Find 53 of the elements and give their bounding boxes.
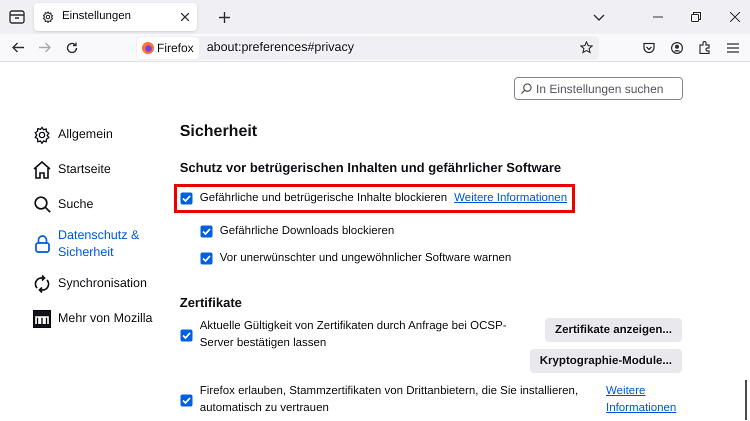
- tab-title: Einstellungen: [62, 9, 132, 24]
- bookmark-star-icon[interactable]: [580, 41, 593, 54]
- dialog-button[interactable]: Zertifikate anzeigen...: [545, 318, 682, 342]
- identity-label: Firefox: [157, 40, 194, 56]
- checkbox[interactable]: [180, 394, 193, 407]
- section-heading: Zertifikate: [180, 294, 243, 312]
- checkbox[interactable]: [180, 328, 193, 342]
- checkbox[interactable]: [180, 192, 193, 205]
- sidebar-item[interactable]: Suche: [33, 192, 180, 217]
- option-label: Firefox erlauben, Stammzertifikaten von Drittanbietern, die Sie installieren, automatisch zu vertrauen: [200, 384, 580, 416]
- tab-list-icon[interactable]: [9, 10, 25, 24]
- gear-icon: [33, 126, 51, 144]
- browser-tab[interactable]: Einstellungen: [34, 3, 197, 31]
- lock-icon: [34, 235, 50, 253]
- minimize-icon[interactable]: [653, 16, 663, 18]
- chevron-down-icon[interactable]: [593, 14, 605, 20]
- url-text: about:preferences#privacy: [206, 39, 355, 56]
- restore-icon[interactable]: [691, 12, 701, 22]
- close-icon[interactable]: [730, 12, 740, 22]
- option-label: Gefährliche Downloads blockieren: [220, 224, 394, 239]
- option-label: Vor unerwünschter und ungewöhnlicher Software warnen: [220, 250, 512, 266]
- back-icon[interactable]: [12, 42, 24, 53]
- home-icon: [33, 160, 51, 178]
- option-label: Aktuelle Gültigkeit von Zertifikaten durch Anfrage bei OCSP-Server bestätigen lassen: [200, 319, 508, 352]
- gear-icon: [42, 11, 54, 23]
- search-icon: [521, 83, 532, 94]
- mozilla-m-icon: [33, 310, 51, 328]
- identity-badge[interactable]: Firefox: [137, 36, 199, 58]
- pocket-icon[interactable]: [643, 42, 655, 54]
- sidebar-item[interactable]: Startseite: [33, 157, 180, 182]
- reload-icon[interactable]: [66, 42, 78, 54]
- close-tab-icon[interactable]: [181, 13, 189, 21]
- firefox-logo-icon: [142, 42, 154, 54]
- section-heading: Schutz vor betrügerischen Inhalten und gefährlicher Software: [180, 159, 562, 177]
- checkbox[interactable]: [200, 224, 213, 238]
- search-icon: [34, 196, 50, 213]
- menu-icon[interactable]: [727, 42, 739, 52]
- sidebar-item[interactable]: Allgemein: [33, 122, 180, 147]
- more-info-link[interactable]: Weitere Informationen: [606, 383, 682, 418]
- sidebar-item[interactable]: Synchronisation: [33, 271, 180, 296]
- address-bar[interactable]: Firefox about:preferences#privacy: [136, 36, 599, 60]
- extensions-icon[interactable]: [699, 41, 711, 54]
- sidebar-item[interactable]: Datenschutz & Sicherheit: [33, 227, 180, 261]
- more-info-link[interactable]: Weitere Informationen: [454, 190, 568, 207]
- search-field[interactable]: In Einstellungen suchen: [514, 77, 683, 100]
- page-title: Sicherheit: [180, 122, 258, 142]
- sync-icon: [34, 274, 50, 292]
- sidebar-item[interactable]: Mehr von Mozilla: [33, 306, 180, 331]
- dialog-button[interactable]: Kryptographie-Module...: [530, 349, 682, 374]
- option-label: Gefährliche und betrügerische Inhalte blockieren: [200, 190, 448, 206]
- new-tab-icon[interactable]: [219, 12, 230, 22]
- checkbox[interactable]: [200, 252, 213, 265]
- account-icon[interactable]: [671, 42, 683, 54]
